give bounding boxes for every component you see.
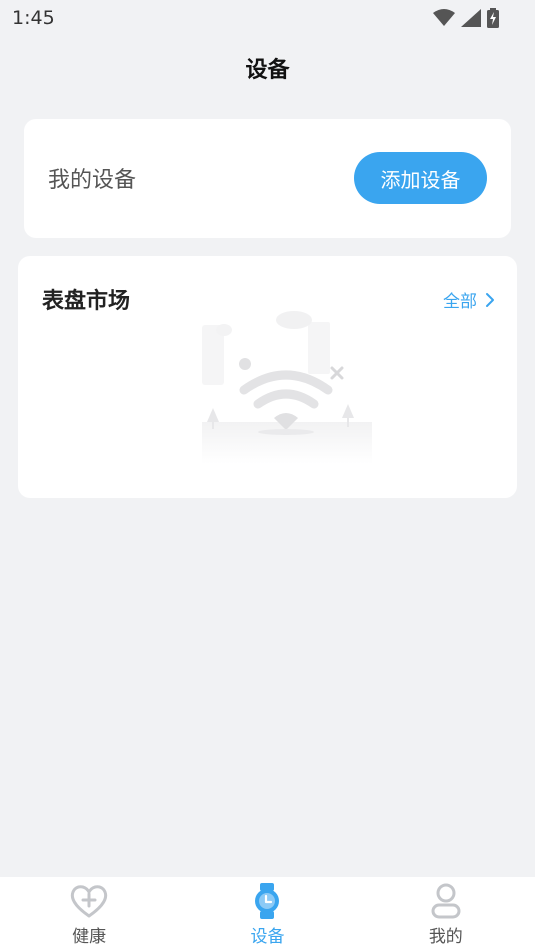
cell-signal-icon: [461, 9, 481, 27]
page-title: 设备: [245, 58, 290, 83]
nav-label-mine: 我的: [428, 926, 463, 947]
status-time: 1:45: [12, 7, 55, 29]
nav-item-health[interactable]: 健康: [39, 882, 139, 947]
chevron-right-icon: [486, 292, 494, 307]
battery-charging-icon: [487, 8, 499, 28]
nav-label-device: 设备: [250, 926, 285, 947]
bottom-nav: 健康 设备 我的: [0, 877, 535, 951]
no-network-illustration: [202, 311, 372, 464]
nav-label-health: 健康: [72, 926, 107, 947]
my-devices-label: 我的设备: [48, 168, 137, 193]
wifi-icon: [433, 9, 455, 26]
nav-item-device[interactable]: 设备: [217, 882, 317, 947]
person-icon: [431, 883, 461, 918]
status-icons: [433, 8, 499, 28]
watchface-market-title: 表盘市场: [42, 289, 131, 314]
watchface-market-card: 表盘市场 全部: [18, 256, 517, 498]
add-device-button[interactable]: 添加设备: [354, 152, 487, 204]
status-bar: 1:45: [0, 0, 535, 36]
watch-icon: [255, 882, 280, 919]
heart-plus-icon: [71, 884, 108, 917]
my-devices-card: 我的设备 添加设备: [24, 119, 511, 238]
view-all-link[interactable]: 全部: [443, 287, 495, 312]
view-all-label: 全部: [443, 292, 477, 312]
nav-item-mine[interactable]: 我的: [396, 882, 496, 947]
